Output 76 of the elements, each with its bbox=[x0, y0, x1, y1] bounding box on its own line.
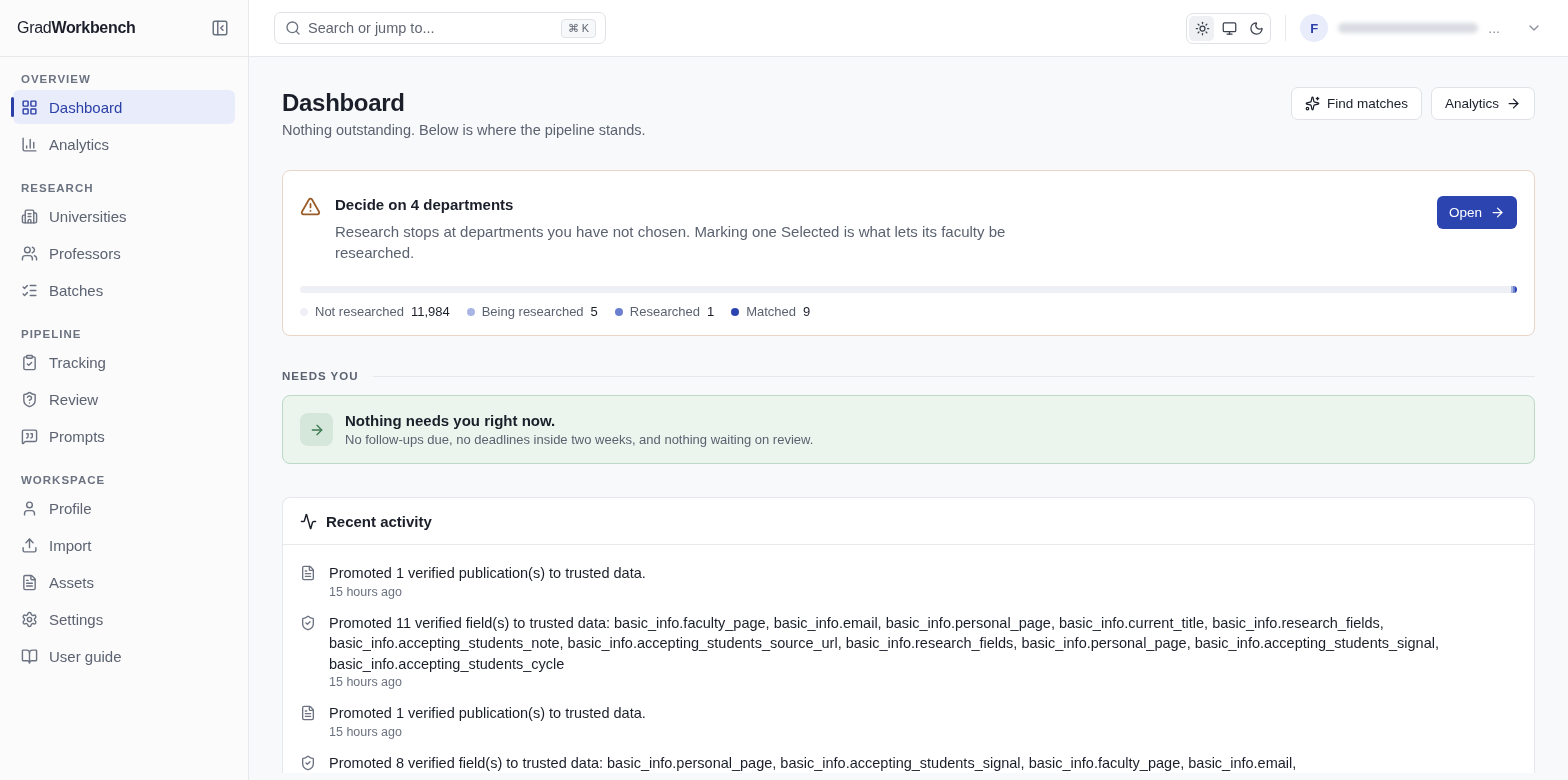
sidebar-item[interactable]: Import bbox=[13, 528, 235, 562]
message-icon bbox=[21, 427, 38, 445]
settings-icon bbox=[21, 610, 38, 628]
sidebar-item[interactable]: User guide bbox=[13, 639, 235, 673]
app-logo[interactable]: GradWorkbench bbox=[17, 19, 136, 37]
activity-text: Promoted 8 verified field(s) to trusted data: basic_info.personal_page, basic_info.accepting_students_signal, basic_info.faculty_page, basic_info.email, bbox=[329, 753, 1297, 773]
legend-count: 11,984 bbox=[410, 304, 450, 319]
grid-icon bbox=[21, 98, 38, 116]
users-icon bbox=[21, 244, 38, 262]
open-button[interactable]: Open bbox=[1436, 196, 1517, 229]
arrow-right-icon bbox=[1490, 205, 1505, 220]
section-heading: NEEDS YOU bbox=[282, 370, 359, 382]
nav-section-title: OVERVIEW bbox=[20, 73, 92, 85]
shortcut-hint: ⌘ K bbox=[560, 19, 596, 38]
alert-text: Research stops at departments you have not chosen. Marking one Selected is what lets its faculty be researched. bbox=[335, 222, 1007, 263]
activity-icon bbox=[300, 512, 317, 530]
sidebar-item[interactable]: Review bbox=[13, 382, 235, 416]
activity-text: Promoted 1 verified publication(s) to trusted data. bbox=[329, 564, 646, 583]
activity-text: Promoted 1 verified publication(s) to trusted data. bbox=[329, 704, 646, 723]
nav-section-title: PIPELINE bbox=[20, 328, 83, 340]
legend-count: 1 bbox=[706, 304, 715, 319]
avatar: F bbox=[1300, 14, 1329, 42]
sidebar-item[interactable]: Universities bbox=[13, 199, 235, 233]
legend-label: Researched bbox=[629, 304, 700, 319]
sidebar-item[interactable]: Assets bbox=[13, 565, 235, 599]
sidebar-item[interactable]: Tracking bbox=[13, 345, 235, 379]
banner-text: No follow-ups due, no deadlines inside two weeks, and nothing waiting on review. bbox=[345, 432, 814, 447]
action-button[interactable]: Find matches bbox=[1290, 87, 1422, 120]
clipboard-icon bbox=[21, 353, 38, 371]
document-icon bbox=[300, 705, 316, 721]
activity-time: 15 hours ago bbox=[329, 675, 403, 689]
card-title: Recent activity bbox=[326, 512, 432, 530]
alert-title: Decide on 4 departments bbox=[335, 196, 515, 213]
action-button[interactable]: Analytics bbox=[1430, 87, 1535, 120]
monitor-icon bbox=[1222, 20, 1238, 36]
sidebar-item[interactable]: Analytics bbox=[13, 127, 235, 161]
shield-check-icon bbox=[300, 754, 316, 771]
page-title: Dashboard bbox=[282, 89, 406, 117]
legend-count: 9 bbox=[803, 304, 811, 319]
bar-chart-icon bbox=[21, 135, 38, 153]
user-name: ... bbox=[1488, 20, 1500, 36]
user-menu[interactable]: F ... bbox=[1300, 14, 1542, 42]
activity-time: 15 hours ago bbox=[329, 584, 403, 599]
page-subtitle: Nothing outstanding. Below is where the pipeline stands. bbox=[282, 122, 646, 138]
activity-text: Promoted 11 verified field(s) to trusted data: basic_info.faculty_page, basic_info.email, basic_info.personal_page, basic_info.current_title, basic_info.research_fields, basic_info.accepting_students_note, basic_info.accepting_students_source_url, basic_info.research_fields, basic_info.personal_page, basic_info.accepting_students_signal, basic_info.accepting_students_cycle bbox=[329, 613, 1440, 674]
sidebar-item[interactable]: Professors bbox=[13, 236, 235, 270]
document-icon bbox=[21, 573, 38, 591]
search-icon bbox=[285, 20, 301, 36]
arrow-right-icon bbox=[1506, 96, 1521, 111]
collapse-sidebar-icon[interactable] bbox=[211, 19, 229, 37]
sun-icon bbox=[1195, 20, 1211, 36]
nav-section-title: WORKSPACE bbox=[20, 474, 107, 486]
document-icon bbox=[300, 565, 316, 581]
arrow-right-icon bbox=[300, 413, 333, 446]
sidebar-item[interactable]: Batches bbox=[13, 273, 235, 307]
shield-check-icon bbox=[300, 614, 316, 631]
legend-label: Being researched bbox=[481, 304, 584, 319]
nav-section-title: RESEARCH bbox=[20, 182, 95, 194]
user-icon bbox=[21, 499, 38, 517]
building-icon bbox=[21, 207, 38, 225]
legend-count: 5 bbox=[590, 304, 598, 319]
sidebar-item[interactable]: Dashboard bbox=[13, 90, 235, 124]
activity-time: 15 hours ago bbox=[329, 724, 403, 739]
moon-icon bbox=[1249, 20, 1265, 36]
legend-label: Matched bbox=[746, 304, 797, 319]
banner-title: Nothing needs you right now. bbox=[345, 412, 557, 429]
warning-icon bbox=[300, 196, 321, 217]
theme-button[interactable] bbox=[1189, 15, 1215, 41]
sidebar-item[interactable]: Prompts bbox=[13, 419, 235, 453]
shield-icon bbox=[21, 390, 38, 408]
sidebar-item[interactable]: Profile bbox=[13, 491, 235, 525]
book-icon bbox=[21, 647, 38, 665]
sparkle-icon bbox=[1304, 96, 1320, 111]
upload-icon bbox=[21, 536, 38, 554]
legend-label: Not researched bbox=[315, 304, 404, 319]
sidebar-item[interactable]: Settings bbox=[13, 602, 235, 636]
